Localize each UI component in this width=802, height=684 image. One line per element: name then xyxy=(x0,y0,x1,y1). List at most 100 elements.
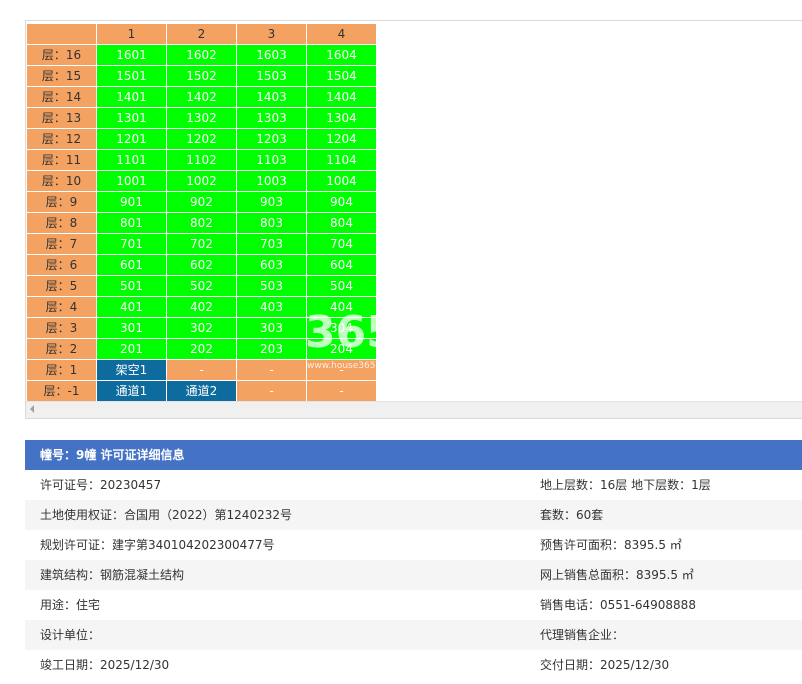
unit-cell[interactable]: 1303 xyxy=(236,107,307,129)
floor-label: 层：14 xyxy=(26,86,97,108)
detail-row: 竣工日期：2025/12/30 交付日期：2025/12/30 xyxy=(25,650,802,680)
floor-label: 层：16 xyxy=(26,44,97,66)
unit-cell[interactable]: 404 xyxy=(306,296,377,318)
unit-grid-panel: 1 2 3 4 层：16 1601 1602 1603 1604 层：15 1501 1502 1503… xyxy=(25,20,802,419)
unit-cell[interactable]: 1104 xyxy=(306,149,377,171)
unit-cell[interactable]: 904 xyxy=(306,191,377,213)
corner-cell xyxy=(26,23,97,45)
unit-cell[interactable]: 804 xyxy=(306,212,377,234)
header-row: 1234 xyxy=(26,23,377,45)
unit-cell[interactable]: 1504 xyxy=(306,65,377,87)
unit-cell[interactable]: 1301 xyxy=(96,107,167,129)
unit-cell[interactable]: 1204 xyxy=(306,128,377,150)
unit-cell[interactable]: 1201 xyxy=(96,128,167,150)
floor-row: 层：1 架空1- - - xyxy=(26,359,377,381)
unit-cell: - xyxy=(306,380,377,402)
unit-cell[interactable]: 1601 xyxy=(96,44,167,66)
unit-cell[interactable]: 1603 xyxy=(236,44,307,66)
unit-cell[interactable]: 201 xyxy=(96,338,167,360)
unit-cell[interactable]: 601 xyxy=(96,254,167,276)
unit-cell: - xyxy=(236,359,307,381)
unit-cell[interactable]: 302 xyxy=(166,317,237,339)
unit-cell[interactable]: 通道2 xyxy=(166,380,237,402)
unit-cell[interactable]: 502 xyxy=(166,275,237,297)
unit-cell[interactable]: 1202 xyxy=(166,128,237,150)
unit-cell[interactable]: 902 xyxy=(166,191,237,213)
unit-cell[interactable]: 1503 xyxy=(236,65,307,87)
unit-cell[interactable]: 1101 xyxy=(96,149,167,171)
unit-cell[interactable]: 803 xyxy=(236,212,307,234)
unit-cell[interactable]: 703 xyxy=(236,233,307,255)
unit-cell[interactable]: 1004 xyxy=(306,170,377,192)
floor-row: 层：15 1501 1502 1503 1504 xyxy=(26,65,377,87)
unit-cell[interactable]: 1003 xyxy=(236,170,307,192)
floor-row: 层：2 201 202 203 204 xyxy=(26,338,377,360)
unit-cell[interactable]: 1302 xyxy=(166,107,237,129)
floor-row: 层：3 301 302 303 304 xyxy=(26,317,377,339)
unit-cell[interactable]: 1402 xyxy=(166,86,237,108)
detail-row: 建筑结构：钢筋混凝土结构 网上销售总面积：8395.5 ㎡ xyxy=(25,560,802,590)
column-header: 2 xyxy=(166,23,237,45)
unit-cell[interactable]: 1001 xyxy=(96,170,167,192)
unit-cell[interactable]: 1304 xyxy=(306,107,377,129)
unit-cell[interactable]: 704 xyxy=(306,233,377,255)
unit-cell[interactable]: 1404 xyxy=(306,86,377,108)
unit-cell[interactable]: 1002 xyxy=(166,170,237,192)
unit-cell[interactable]: 1602 xyxy=(166,44,237,66)
unit-cell[interactable]: 1604 xyxy=(306,44,377,66)
floor-label: 层：9 xyxy=(26,191,97,213)
unit-cell[interactable]: 1502 xyxy=(166,65,237,87)
floor-label: 层：3 xyxy=(26,317,97,339)
unit-cell: - xyxy=(236,380,307,402)
unit-cell[interactable]: 504 xyxy=(306,275,377,297)
unit-cell[interactable]: 802 xyxy=(166,212,237,234)
unit-cell[interactable]: 1501 xyxy=(96,65,167,87)
detail-left-field: 许可证号：20230457 xyxy=(40,478,162,492)
scroll-left-arrow-icon[interactable] xyxy=(30,405,34,413)
unit-cell[interactable]: 402 xyxy=(166,296,237,318)
floor-label: 层：15 xyxy=(26,65,97,87)
unit-cell[interactable]: 901 xyxy=(96,191,167,213)
unit-cell[interactable]: 1102 xyxy=(166,149,237,171)
unit-cell[interactable]: 1203 xyxy=(236,128,307,150)
unit-cell[interactable]: 303 xyxy=(236,317,307,339)
unit-cell[interactable]: 通道1 xyxy=(96,380,167,402)
unit-cell[interactable]: 403 xyxy=(236,296,307,318)
unit-cell[interactable]: 1401 xyxy=(96,86,167,108)
unit-cell[interactable]: 401 xyxy=(96,296,167,318)
unit-cell[interactable]: 701 xyxy=(96,233,167,255)
unit-cell[interactable]: 1103 xyxy=(236,149,307,171)
unit-cell[interactable]: 304 xyxy=(306,317,377,339)
column-header: 1 xyxy=(96,23,167,45)
floor-row: 层：8 801 802 803 804 xyxy=(26,212,377,234)
detail-left-field: 规划许可证：建字第340104202300477号 xyxy=(40,538,275,552)
unit-cell[interactable]: 602 xyxy=(166,254,237,276)
floor-row: 层：-1 通道1 通道2- - xyxy=(26,380,377,402)
unit-cell[interactable]: 903 xyxy=(236,191,307,213)
unit-cell[interactable]: 702 xyxy=(166,233,237,255)
floor-row: 层：9 901 902 903 904 xyxy=(26,191,377,213)
detail-right-field: 地上层数：16层 地下层数：1层 xyxy=(540,478,711,492)
unit-cell[interactable]: 1403 xyxy=(236,86,307,108)
unit-cell[interactable]: 603 xyxy=(236,254,307,276)
unit-cell[interactable]: 501 xyxy=(96,275,167,297)
horizontal-scrollbar[interactable] xyxy=(26,401,802,418)
floor-label: 层：4 xyxy=(26,296,97,318)
floor-label: 层：8 xyxy=(26,212,97,234)
floor-label: 层：7 xyxy=(26,233,97,255)
floor-row: 层：13 1301 1302 1303 1304 xyxy=(26,107,377,129)
unit-cell[interactable]: 架空1 xyxy=(96,359,167,381)
unit-cell[interactable]: 801 xyxy=(96,212,167,234)
unit-cell[interactable]: 301 xyxy=(96,317,167,339)
floor-row: 层：12 1201 1202 1203 1204 xyxy=(26,128,377,150)
floor-row: 层：6 601 602 603 604 xyxy=(26,254,377,276)
unit-cell[interactable]: 204 xyxy=(306,338,377,360)
floor-label: 层：5 xyxy=(26,275,97,297)
unit-cell[interactable]: 503 xyxy=(236,275,307,297)
floor-row: 层：5 501 502 503 504 xyxy=(26,275,377,297)
unit-cell[interactable]: 203 xyxy=(236,338,307,360)
detail-right-field: 套数：60套 xyxy=(540,508,604,522)
floor-row: 层：11 1101 1102 1103 1104 xyxy=(26,149,377,171)
unit-cell[interactable]: 604 xyxy=(306,254,377,276)
unit-cell[interactable]: 202 xyxy=(166,338,237,360)
